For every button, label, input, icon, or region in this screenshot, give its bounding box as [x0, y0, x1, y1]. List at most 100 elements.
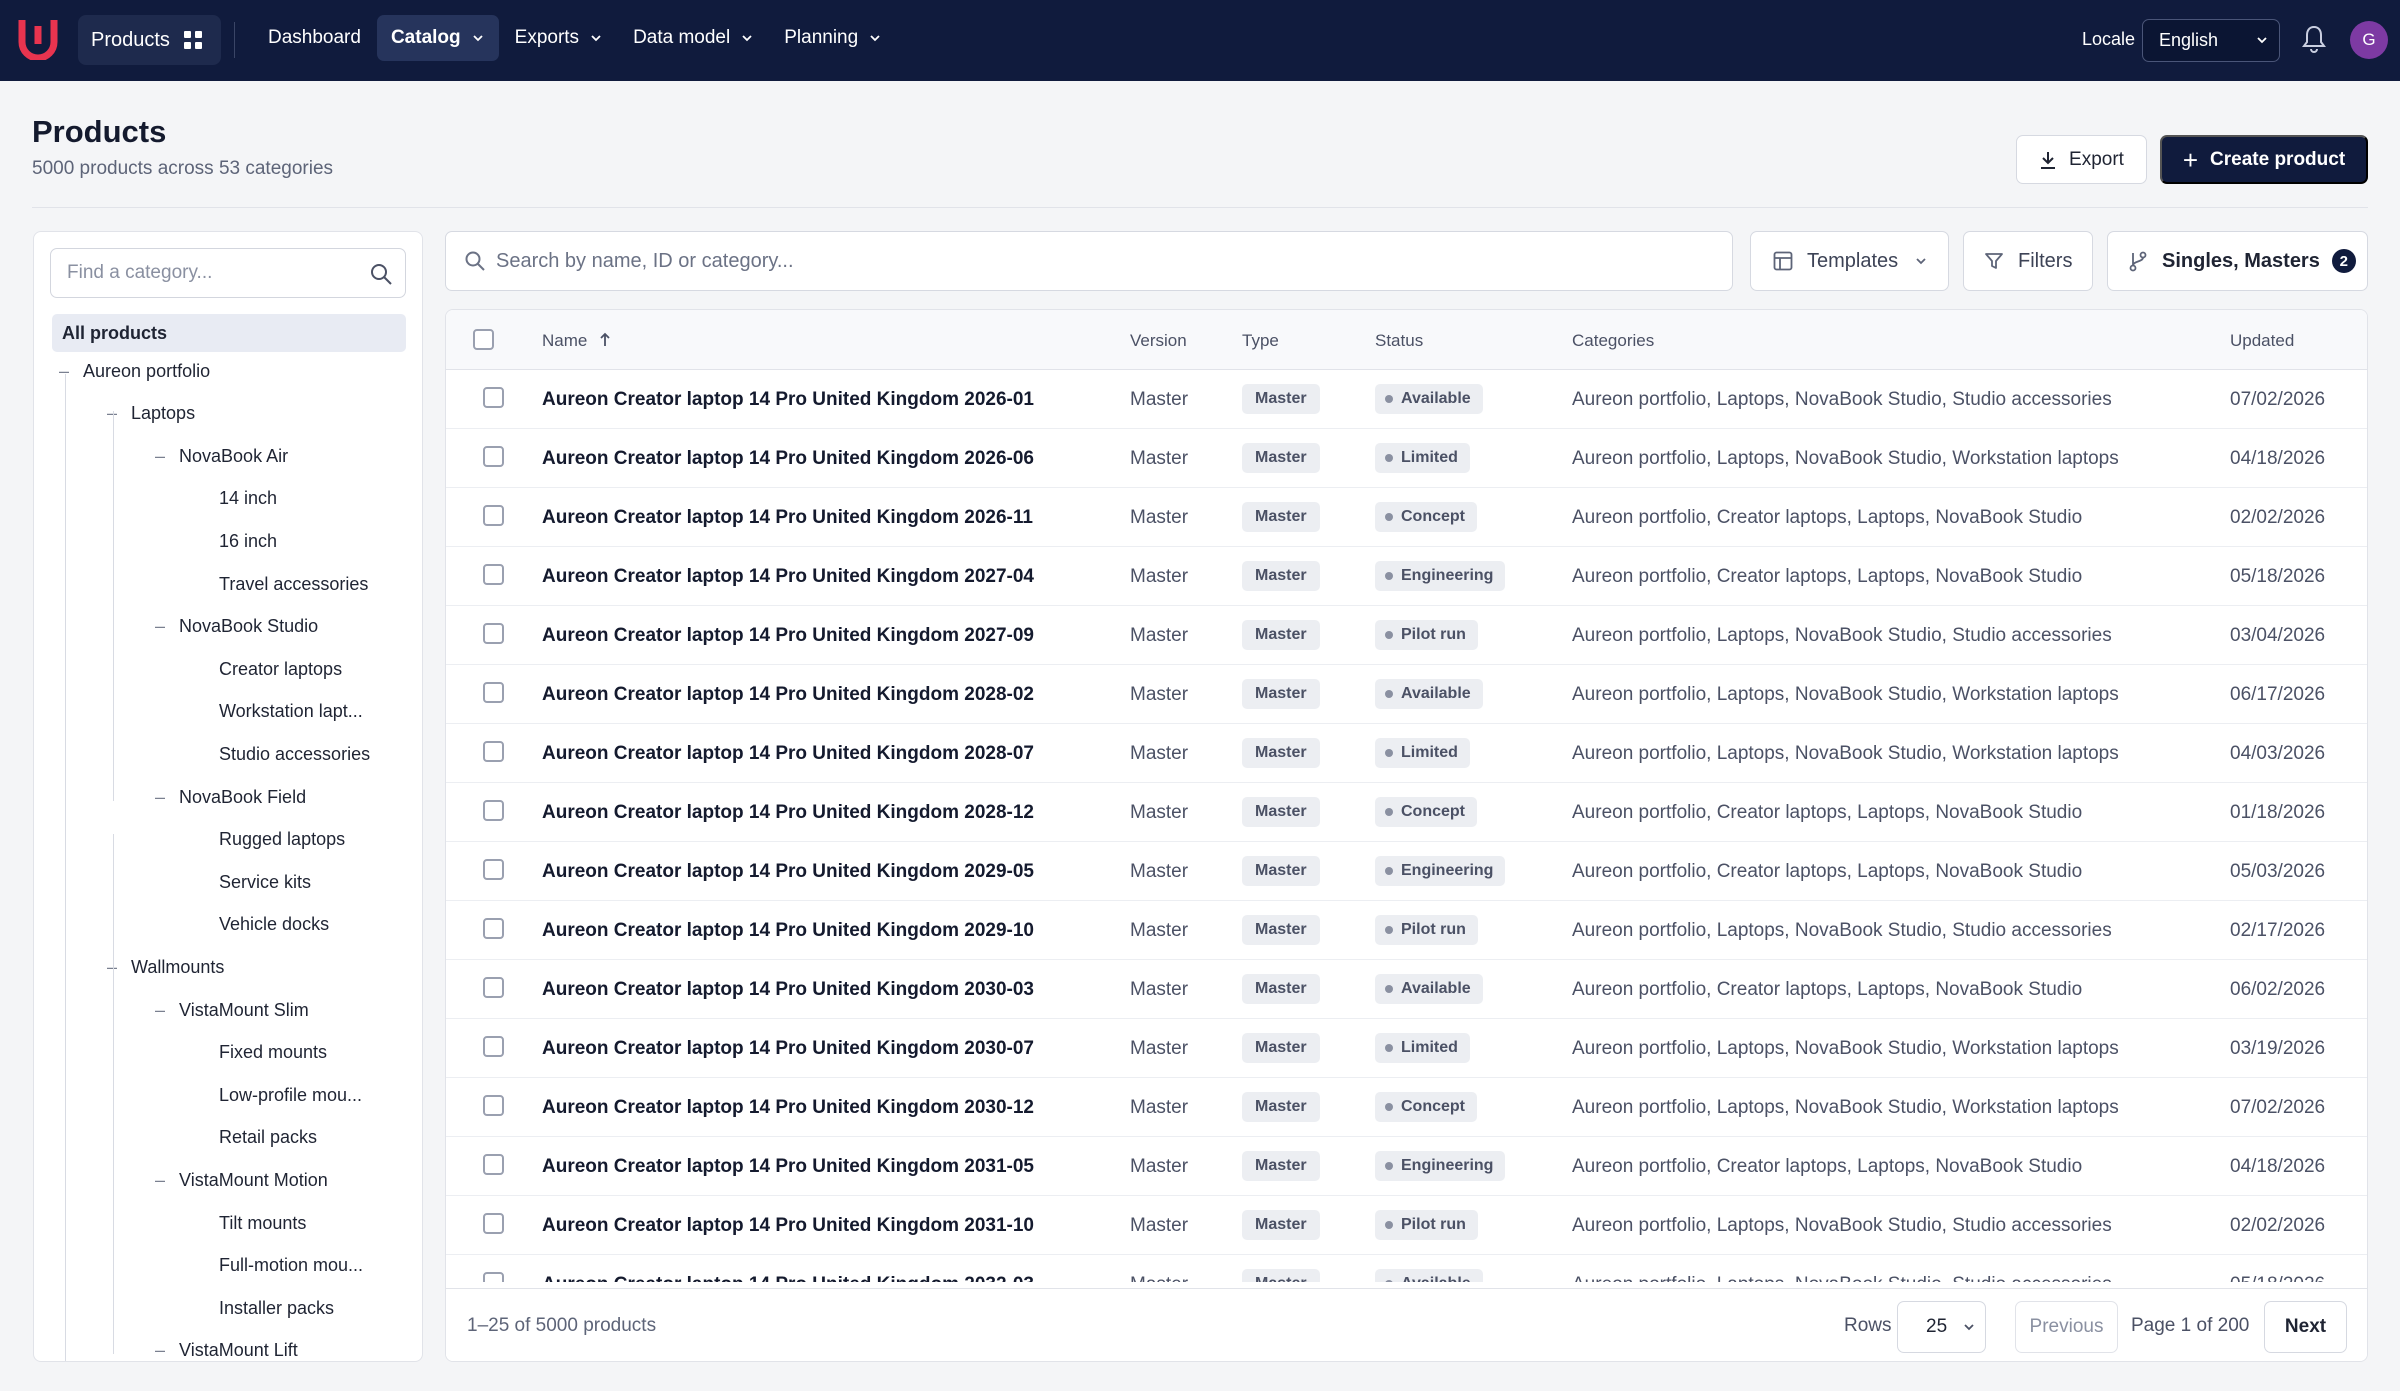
table-row[interactable]: Aureon Creator laptop 14 Pro United King… [446, 488, 2367, 547]
collapse-toggle-icon[interactable]: – [155, 787, 165, 808]
row-checkbox[interactable] [483, 1095, 504, 1116]
collapse-toggle-icon[interactable]: – [155, 1000, 165, 1021]
tree-item[interactable]: Full-motion mou... [219, 1247, 363, 1285]
nav-item-planning[interactable]: Planning [770, 15, 896, 61]
row-checkbox[interactable] [483, 741, 504, 762]
tree-item[interactable]: Fixed mounts [219, 1034, 327, 1072]
row-checkbox[interactable] [483, 1154, 504, 1175]
product-name-link[interactable]: Aureon Creator laptop 14 Pro United King… [542, 861, 1034, 883]
table-row[interactable]: Aureon Creator laptop 14 Pro United King… [446, 370, 2367, 429]
tree-item[interactable]: – Laptops [107, 395, 195, 433]
row-checkbox[interactable] [483, 387, 504, 408]
tree-item[interactable]: Vehicle docks [219, 906, 329, 944]
row-checkbox[interactable] [483, 1272, 504, 1282]
collapse-toggle-icon[interactable]: – [155, 1170, 165, 1191]
row-checkbox[interactable] [483, 977, 504, 998]
row-checkbox[interactable] [483, 446, 504, 467]
tree-item[interactable]: Rugged laptops [219, 821, 345, 859]
nav-item-data-model[interactable]: Data model [619, 15, 768, 61]
column-header-name[interactable]: Name [542, 331, 612, 351]
tree-item[interactable]: – NovaBook Studio [155, 608, 318, 646]
tree-item[interactable]: Creator laptops [219, 650, 342, 688]
table-row[interactable]: Aureon Creator laptop 14 Pro United King… [446, 901, 2367, 960]
row-checkbox[interactable] [483, 1036, 504, 1057]
collapse-toggle-icon[interactable]: – [59, 361, 69, 382]
rows-per-page-select[interactable]: 25 [1897, 1301, 1986, 1353]
nav-item-exports[interactable]: Exports [501, 15, 617, 61]
user-avatar[interactable]: G [2350, 21, 2388, 59]
product-name-link[interactable]: Aureon Creator laptop 14 Pro United King… [542, 684, 1034, 706]
table-row[interactable]: Aureon Creator laptop 14 Pro United King… [446, 1078, 2367, 1137]
collapse-toggle-icon[interactable]: – [155, 1340, 165, 1361]
tree-item[interactable]: Tilt mounts [219, 1204, 306, 1242]
collapse-toggle-icon[interactable]: – [155, 616, 165, 637]
scope-filter-button[interactable]: Singles, Masters 2 [2107, 231, 2368, 291]
table-row[interactable]: Aureon Creator laptop 14 Pro United King… [446, 783, 2367, 842]
table-row[interactable]: Aureon Creator laptop 14 Pro United King… [446, 960, 2367, 1019]
tree-item[interactable]: – Aureon portfolio [59, 352, 210, 390]
product-name-link[interactable]: Aureon Creator laptop 14 Pro United King… [542, 802, 1034, 824]
table-row[interactable]: Aureon Creator laptop 14 Pro United King… [446, 547, 2367, 606]
tree-item[interactable]: 14 inch [219, 480, 277, 518]
table-row[interactable]: Aureon Creator laptop 14 Pro United King… [446, 1255, 2367, 1282]
column-header-categories[interactable]: Categories [1572, 331, 1654, 351]
table-row[interactable]: Aureon Creator laptop 14 Pro United King… [446, 1196, 2367, 1255]
export-button[interactable]: Export [2016, 135, 2147, 184]
row-checkbox[interactable] [483, 682, 504, 703]
nav-item-catalog[interactable]: Catalog [376, 15, 499, 61]
filters-button[interactable]: Filters [1963, 231, 2093, 291]
product-name-link[interactable]: Aureon Creator laptop 14 Pro United King… [542, 1215, 1034, 1237]
product-name-link[interactable]: Aureon Creator laptop 14 Pro United King… [542, 1038, 1034, 1060]
product-name-link[interactable]: Aureon Creator laptop 14 Pro United King… [542, 389, 1034, 411]
tree-item[interactable]: Installer packs [219, 1289, 334, 1327]
brand-logo-icon[interactable] [18, 18, 58, 60]
row-checkbox[interactable] [483, 859, 504, 880]
row-checkbox[interactable] [483, 623, 504, 644]
tree-item-all-products[interactable]: All products [52, 314, 406, 352]
tree-item[interactable]: Low-profile mou... [219, 1076, 362, 1114]
table-row[interactable]: Aureon Creator laptop 14 Pro United King… [446, 842, 2367, 901]
product-name-link[interactable]: Aureon Creator laptop 14 Pro United King… [542, 448, 1034, 470]
collapse-toggle-icon[interactable]: – [155, 446, 165, 467]
product-name-link[interactable]: Aureon Creator laptop 14 Pro United King… [542, 1097, 1034, 1119]
create-product-button[interactable]: + Create product [2160, 135, 2368, 184]
column-header-status[interactable]: Status [1375, 331, 1423, 351]
product-name-link[interactable]: Aureon Creator laptop 14 Pro United King… [542, 1274, 1034, 1282]
tree-item[interactable]: Travel accessories [219, 565, 368, 603]
tree-item[interactable]: Workstation lapt... [219, 693, 363, 731]
tree-item[interactable]: – NovaBook Air [155, 437, 288, 475]
row-checkbox[interactable] [483, 505, 504, 526]
table-row[interactable]: Aureon Creator laptop 14 Pro United King… [446, 1019, 2367, 1078]
product-name-link[interactable]: Aureon Creator laptop 14 Pro United King… [542, 920, 1034, 942]
row-checkbox[interactable] [483, 1213, 504, 1234]
product-name-link[interactable]: Aureon Creator laptop 14 Pro United King… [542, 507, 1033, 529]
nav-item-dashboard[interactable]: Dashboard [254, 15, 375, 61]
category-search-input[interactable]: Find a category... [50, 248, 406, 298]
product-name-link[interactable]: Aureon Creator laptop 14 Pro United King… [542, 1156, 1034, 1178]
tree-item[interactable]: – VistaMount Lift [155, 1332, 298, 1361]
product-name-link[interactable]: Aureon Creator laptop 14 Pro United King… [542, 625, 1034, 647]
table-row[interactable]: Aureon Creator laptop 14 Pro United King… [446, 606, 2367, 665]
table-row[interactable]: Aureon Creator laptop 14 Pro United King… [446, 665, 2367, 724]
product-name-link[interactable]: Aureon Creator laptop 14 Pro United King… [542, 743, 1034, 765]
table-row[interactable]: Aureon Creator laptop 14 Pro United King… [446, 1137, 2367, 1196]
locale-select[interactable]: English [2142, 19, 2280, 62]
tree-item[interactable]: – Wallmounts [107, 948, 224, 986]
column-header-updated[interactable]: Updated [2230, 331, 2294, 351]
tree-item[interactable]: Retail packs [219, 1119, 317, 1157]
previous-page-button[interactable]: Previous [2015, 1301, 2118, 1353]
row-checkbox[interactable] [483, 800, 504, 821]
column-header-version[interactable]: Version [1130, 331, 1187, 351]
next-page-button[interactable]: Next [2264, 1301, 2347, 1353]
column-header-type[interactable]: Type [1242, 331, 1279, 351]
table-row[interactable]: Aureon Creator laptop 14 Pro United King… [446, 724, 2367, 783]
tree-item[interactable]: Studio accessories [219, 735, 370, 773]
tree-item[interactable]: – VistaMount Motion [155, 1161, 328, 1199]
product-name-link[interactable]: Aureon Creator laptop 14 Pro United King… [542, 566, 1034, 588]
collapse-toggle-icon[interactable]: – [107, 403, 117, 424]
product-name-link[interactable]: Aureon Creator laptop 14 Pro United King… [542, 979, 1034, 1001]
tree-item[interactable]: – NovaBook Field [155, 778, 306, 816]
collapse-toggle-icon[interactable]: – [107, 957, 117, 978]
app-switcher-button[interactable]: Products [78, 15, 221, 65]
row-checkbox[interactable] [483, 564, 504, 585]
